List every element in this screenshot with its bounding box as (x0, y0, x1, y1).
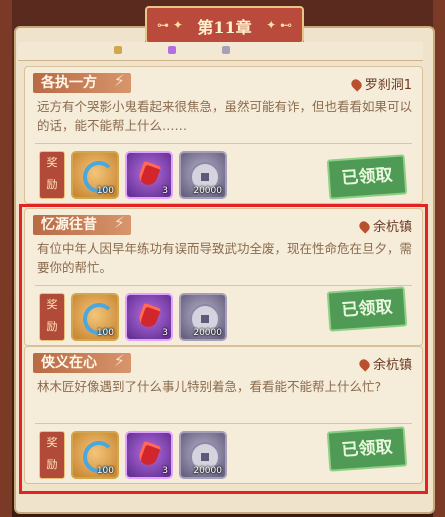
item-count: 100 (96, 328, 114, 338)
quest-card[interactable]: 侠义在心 ⚡ 余杭镇 林木匠好像遇到了什么事儿特别着急，看看能不能帮上什么忙? 奖… (24, 346, 423, 484)
divider (35, 285, 412, 286)
quest-title-tag: 侠义在心 ⚡ (33, 351, 131, 373)
location-label: 罗刹洞1 (364, 78, 412, 93)
quest-location: 罗刹洞1 (349, 74, 412, 93)
item-count: 3 (162, 186, 168, 196)
quest-location: 余杭镇 (357, 354, 412, 373)
previous-quest-peek (18, 42, 423, 61)
quest-location: 余杭镇 (357, 216, 412, 235)
chapter-banner: ⊶ ✦ 第11章 ✦ ⊷ (145, 6, 304, 44)
quest-title-tag: 忆源往昔 ⚡ (33, 213, 131, 235)
item-count: 3 (162, 328, 168, 338)
item-count: 3 (162, 466, 168, 476)
reward-item[interactable]: 3 (125, 151, 173, 199)
item-count: 20000 (193, 466, 222, 476)
map-pin-icon (349, 77, 364, 92)
item-count: 100 (96, 186, 114, 196)
location-label: 余杭镇 (372, 220, 412, 235)
quest-title: 侠义在心 (41, 355, 97, 371)
quest-description: 林木匠好像遇到了什么事儿特别着急，看看能不能帮上什么忙? (37, 379, 382, 394)
red-gem-icon (136, 160, 162, 188)
reward-item[interactable]: 3 (125, 293, 173, 341)
red-gem-icon (136, 302, 162, 330)
reward-label: 奖励 (39, 293, 65, 341)
reward-item[interactable]: 20000 (179, 431, 227, 479)
item-count: 20000 (193, 186, 222, 196)
reward-item[interactable]: 20000 (179, 293, 227, 341)
divider (35, 143, 412, 144)
reward-edge-icon (168, 46, 176, 54)
flourish-right-icon: ✦ ⊷ (266, 18, 292, 32)
quest-title: 各执一方 (41, 75, 97, 91)
map-pin-icon (357, 357, 372, 372)
reward-label: 奖励 (39, 431, 65, 479)
claimed-stamp: 已领取 (326, 286, 408, 332)
lightning-icon: ⚡ (113, 71, 125, 90)
divider (35, 423, 412, 424)
map-pin-icon (357, 219, 372, 234)
quest-title: 忆源往昔 (41, 217, 97, 233)
left-pillar (0, 0, 12, 517)
lightning-icon: ⚡ (113, 213, 125, 232)
reward-edge-icon (114, 46, 122, 54)
reward-label: 奖励 (39, 151, 65, 199)
reward-item[interactable]: 100 (71, 151, 119, 199)
quest-description: 远方有个哭影小鬼看起来很焦急，虽然可能有诈，但也看看如果可以的话，能不能帮上什么… (37, 99, 413, 133)
reward-item[interactable]: 3 (125, 431, 173, 479)
reward-item[interactable]: 20000 (179, 151, 227, 199)
quest-card[interactable]: 忆源往昔 ⚡ 余杭镇 有位中年人因早年练功有误而导致武功全废，现在性命危在旦夕，需… (24, 208, 423, 346)
item-count: 20000 (193, 328, 222, 338)
quest-description: 有位中年人因早年练功有误而导致武功全废，现在性命危在旦夕，需要你的帮忙。 (37, 241, 413, 275)
item-count: 100 (96, 466, 114, 476)
claimed-stamp: 已领取 (326, 426, 408, 472)
red-gem-icon (136, 440, 162, 468)
reward-item[interactable]: 100 (71, 431, 119, 479)
quest-card[interactable]: 各执一方 ⚡ 罗刹洞1 远方有个哭影小鬼看起来很焦急，虽然可能有诈，但也看看如果可… (24, 66, 423, 204)
lightning-icon: ⚡ (113, 351, 125, 370)
reward-edge-icon (222, 46, 230, 54)
reward-item[interactable]: 100 (71, 293, 119, 341)
claimed-stamp: 已领取 (326, 154, 408, 200)
location-label: 余杭镇 (372, 358, 412, 373)
quest-title-tag: 各执一方 ⚡ (33, 71, 131, 93)
